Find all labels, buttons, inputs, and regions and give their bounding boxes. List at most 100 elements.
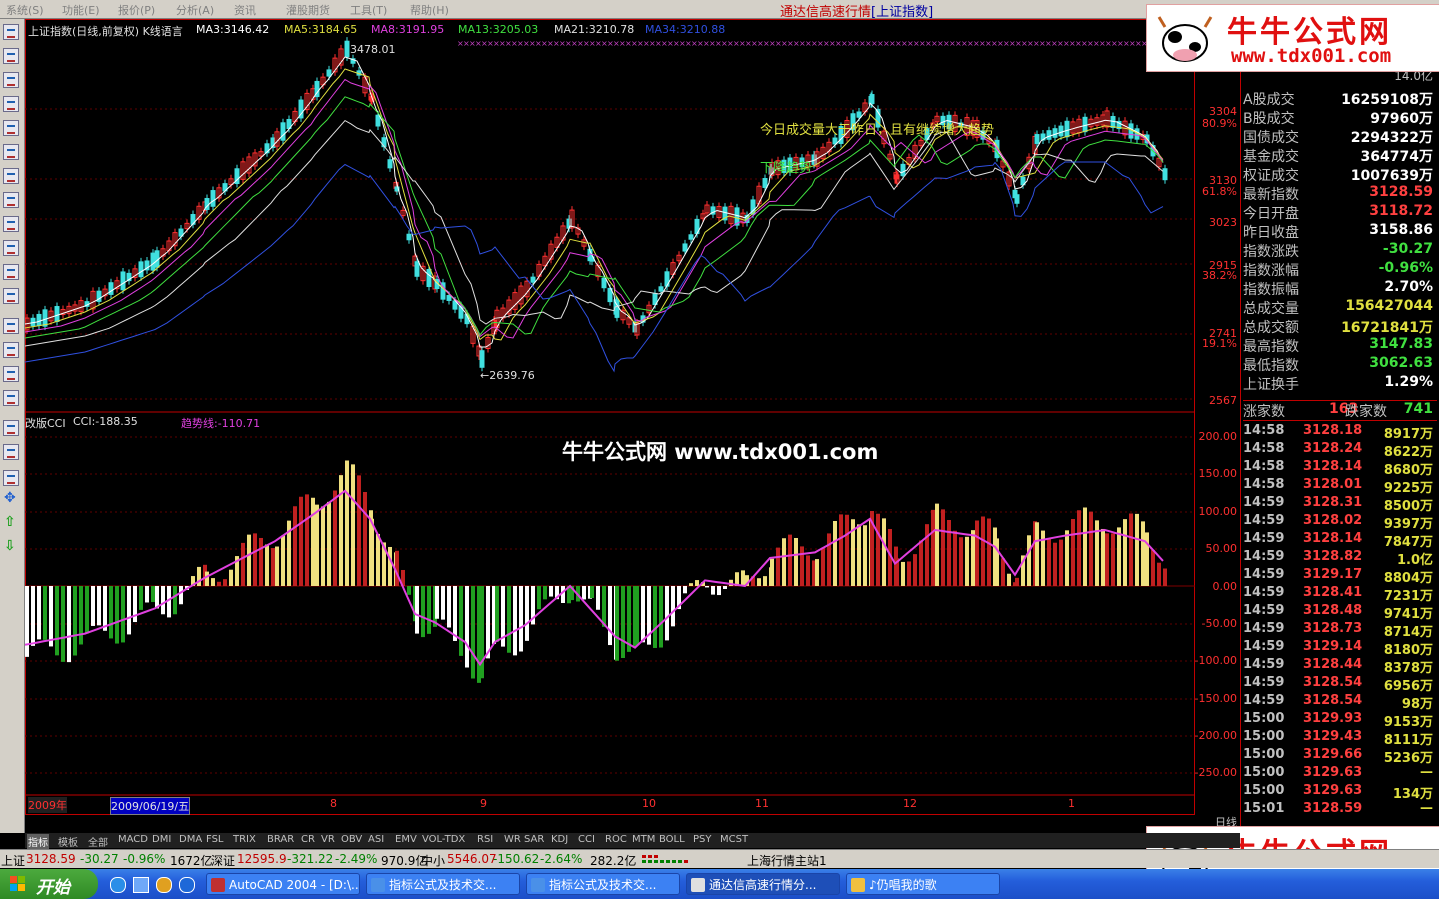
mail-icon[interactable]	[3, 192, 19, 208]
tick-time: 15:00	[1243, 711, 1285, 726]
indicator-tab[interactable]: PSY	[692, 834, 713, 845]
tick-vol: 9153万	[1383, 715, 1433, 730]
refresh-icon[interactable]	[3, 366, 19, 382]
formula-icon[interactable]	[3, 240, 19, 256]
sz-price: 12595.9	[237, 852, 287, 866]
menu-help[interactable]: 帮助(H)	[410, 2, 449, 18]
tick-price: 3128.01	[1303, 477, 1363, 492]
exit-icon[interactable]	[3, 444, 19, 460]
watermark-top: 牛牛公式网 www.tdx001.com	[1146, 4, 1439, 72]
candle-body	[479, 350, 485, 368]
tick-time: 14:59	[1243, 621, 1285, 636]
indicator-tab[interactable]: RSI	[476, 834, 494, 845]
axis-label: 2567	[1209, 394, 1237, 407]
line-chart-icon[interactable]	[3, 72, 19, 88]
indicator-icon[interactable]	[3, 318, 19, 334]
indicator-tab[interactable]: MCST	[719, 834, 749, 845]
cursor-date: 2009/06/19/五	[110, 797, 191, 815]
etf-icon[interactable]	[3, 288, 19, 304]
indicator-tab[interactable]: SAR	[523, 834, 545, 845]
menu-system[interactable]: 系统(S)	[6, 2, 44, 18]
users-icon[interactable]	[3, 216, 19, 232]
indicator-tab[interactable]: ROC	[604, 834, 628, 845]
tick-time: 14:58	[1243, 423, 1285, 438]
compare-icon[interactable]	[3, 390, 19, 406]
indicator-tab[interactable]: DMA	[178, 834, 203, 845]
chart-area[interactable]: × × × × × × × × × × × × × × × × × × × × × × × × × × × × × × × × × × × × × × × ×…	[25, 19, 1195, 816]
status-bar: 上证 3128.59 -30.27 -0.96% 1672亿 深证 12595.…	[0, 849, 1439, 868]
indicator-tab[interactable]: 模板	[57, 834, 79, 849]
indicator-tab[interactable]: CCI	[577, 834, 596, 845]
zoom-in-icon[interactable]	[3, 420, 19, 436]
indicator-tab[interactable]: BRAR	[266, 834, 295, 845]
axis-label: 3023	[1209, 216, 1237, 229]
tick-time: 15:00	[1243, 765, 1285, 780]
document-icon[interactable]	[3, 168, 19, 184]
task-music[interactable]: ♪仍唱我的歌	[846, 873, 1000, 895]
tick-vol: 8622万	[1383, 445, 1433, 460]
task-autocad[interactable]: AutoCAD 2004 - [D:\...	[206, 873, 360, 895]
quote-row: B股成交 97960万	[1243, 108, 1437, 127]
indicator-tab[interactable]: KDJ	[550, 834, 569, 845]
arrow-down-icon[interactable]: ⇩	[4, 538, 16, 554]
ie-icon[interactable]	[110, 877, 126, 893]
indicator-tab[interactable]: FSL	[205, 834, 225, 845]
ma13-label: MA13:3205.03	[458, 23, 539, 36]
rsi-icon[interactable]	[3, 342, 19, 358]
tick-vol: 9741万	[1383, 607, 1433, 622]
menu-function[interactable]: 功能(E)	[62, 2, 100, 18]
browser-icon[interactable]	[179, 877, 195, 893]
media-icon[interactable]	[156, 877, 172, 893]
menu-tools[interactable]: 工具(T)	[350, 2, 387, 18]
menu-analysis[interactable]: 分析(A)	[176, 2, 214, 18]
indicator-tab[interactable]: EMV	[394, 834, 418, 845]
indicator-tab[interactable]: WR	[503, 834, 522, 845]
axis-label: 38.2%	[1202, 269, 1237, 282]
indicator-tab[interactable]: DMI	[151, 834, 172, 845]
candlestick-icon[interactable]	[3, 96, 19, 112]
candle-body	[856, 111, 862, 118]
indicator-tab[interactable]: 全部	[87, 834, 109, 849]
arrow-up-icon[interactable]: ⇧	[4, 514, 16, 530]
indicator-tab[interactable]: 指标	[27, 834, 49, 849]
menu-info[interactable]: 资讯	[234, 2, 256, 18]
indicator-tab[interactable]: TRIX	[232, 834, 257, 845]
tick-vol: 5236万	[1383, 751, 1433, 766]
task-formula-1[interactable]: 指标公式及技术交...	[366, 873, 520, 895]
indicator-tab[interactable]: MACD	[117, 834, 149, 845]
quote-label: 指数涨跌	[1243, 244, 1299, 260]
candle-body	[900, 163, 906, 177]
menu-stocks-futures[interactable]: 灌股期货	[286, 2, 330, 18]
ma-line	[25, 161, 1164, 373]
watchlist-icon[interactable]	[3, 48, 19, 64]
quote-value: -0.96%	[1378, 260, 1433, 276]
tick-vol: 8680万	[1383, 463, 1433, 478]
pencil-icon[interactable]	[3, 470, 19, 486]
indicator-tab[interactable]: VR	[320, 834, 336, 845]
task-tdx[interactable]: 通达信高速行情分...	[686, 873, 840, 895]
move-icon[interactable]: ✥	[4, 490, 16, 506]
start-button[interactable]: 开始	[0, 869, 98, 899]
candle-body	[688, 234, 694, 240]
indicator-tab[interactable]: BOLL	[658, 834, 686, 845]
zx-pct: -2.64%	[540, 852, 583, 866]
indicator-tab[interactable]: OBV	[340, 834, 363, 845]
quote-list-icon[interactable]	[3, 24, 19, 40]
windows-logo-icon	[10, 876, 26, 892]
desktop-icon[interactable]	[133, 877, 149, 893]
indicator-tab[interactable]: ASI	[367, 834, 385, 845]
report-icon[interactable]	[3, 144, 19, 160]
quote-label: 指数振幅	[1243, 282, 1299, 298]
news-icon[interactable]	[3, 120, 19, 136]
candle-body	[1046, 130, 1052, 140]
tick-time: 14:59	[1243, 657, 1285, 672]
tick-row: 14:59 3128.44 8378万	[1243, 657, 1437, 676]
search-icon[interactable]	[3, 264, 19, 280]
indicator-tab[interactable]: MTM	[631, 834, 656, 845]
menu-quote[interactable]: 报价(P)	[118, 2, 155, 18]
indicator-tab[interactable]: CR	[300, 834, 316, 845]
candle-body	[108, 282, 114, 295]
indicator-tab[interactable]: VOL-TDX	[421, 834, 466, 845]
tick-row: 14:58 3128.18 8917万	[1243, 423, 1437, 442]
task-formula-2[interactable]: 指标公式及技术交...	[526, 873, 680, 895]
